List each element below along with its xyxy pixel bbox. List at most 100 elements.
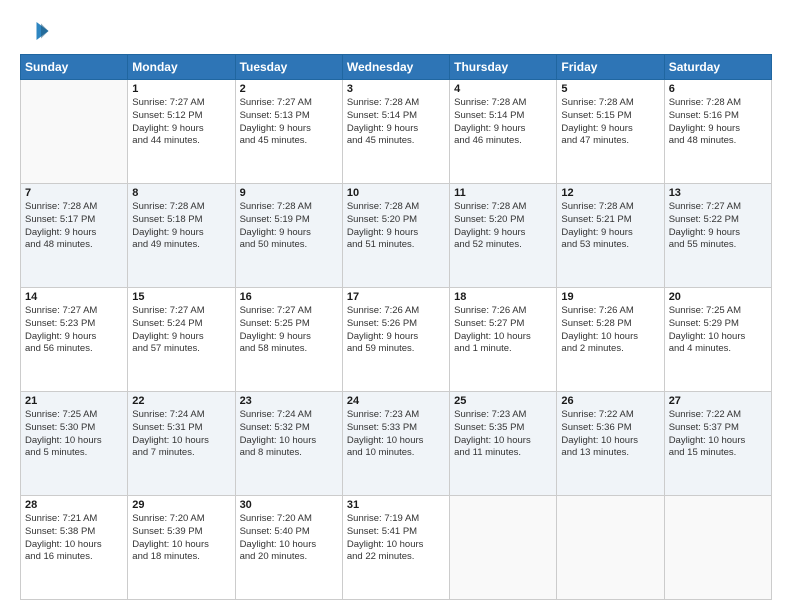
day-number: 12 <box>561 187 659 199</box>
calendar-table: SundayMondayTuesdayWednesdayThursdayFrid… <box>20 54 772 600</box>
day-info: Sunrise: 7:28 AM Sunset: 5:17 PM Dayligh… <box>25 201 123 252</box>
day-info: Sunrise: 7:28 AM Sunset: 5:15 PM Dayligh… <box>561 97 659 148</box>
day-info: Sunrise: 7:28 AM Sunset: 5:16 PM Dayligh… <box>669 97 767 148</box>
day-info: Sunrise: 7:23 AM Sunset: 5:33 PM Dayligh… <box>347 409 445 460</box>
calendar-header-cell: Monday <box>128 55 235 80</box>
day-number: 28 <box>25 499 123 511</box>
calendar-header-row: SundayMondayTuesdayWednesdayThursdayFrid… <box>21 55 772 80</box>
calendar-week-row: 21 Sunrise: 7:25 AM Sunset: 5:30 PM Dayli… <box>21 392 772 496</box>
page: SundayMondayTuesdayWednesdayThursdayFrid… <box>0 0 792 612</box>
calendar-cell: 31 Sunrise: 7:19 AM Sunset: 5:41 PM Dayli… <box>342 496 449 600</box>
day-number: 29 <box>132 499 230 511</box>
calendar-cell: 10 Sunrise: 7:28 AM Sunset: 5:20 PM Dayli… <box>342 184 449 288</box>
day-number: 20 <box>669 291 767 303</box>
day-info: Sunrise: 7:25 AM Sunset: 5:30 PM Dayligh… <box>25 409 123 460</box>
calendar-week-row: 28 Sunrise: 7:21 AM Sunset: 5:38 PM Dayli… <box>21 496 772 600</box>
day-info: Sunrise: 7:21 AM Sunset: 5:38 PM Dayligh… <box>25 513 123 564</box>
day-number: 31 <box>347 499 445 511</box>
calendar-cell: 3 Sunrise: 7:28 AM Sunset: 5:14 PM Daylig… <box>342 80 449 184</box>
day-info: Sunrise: 7:27 AM Sunset: 5:12 PM Dayligh… <box>132 97 230 148</box>
calendar-header-cell: Sunday <box>21 55 128 80</box>
calendar-cell: 21 Sunrise: 7:25 AM Sunset: 5:30 PM Dayli… <box>21 392 128 496</box>
day-number: 5 <box>561 83 659 95</box>
day-number: 19 <box>561 291 659 303</box>
day-info: Sunrise: 7:25 AM Sunset: 5:29 PM Dayligh… <box>669 305 767 356</box>
day-info: Sunrise: 7:26 AM Sunset: 5:27 PM Dayligh… <box>454 305 552 356</box>
day-number: 7 <box>25 187 123 199</box>
calendar-cell: 29Sunrise: 7:20 AM Sunset: 5:39 PM Dayli… <box>128 496 235 600</box>
calendar-header-cell: Friday <box>557 55 664 80</box>
day-number: 10 <box>347 187 445 199</box>
calendar-cell: 4 Sunrise: 7:28 AM Sunset: 5:14 PM Daylig… <box>450 80 557 184</box>
logo-icon <box>20 16 50 46</box>
day-info: Sunrise: 7:19 AM Sunset: 5:41 PM Dayligh… <box>347 513 445 564</box>
calendar-cell: 27 Sunrise: 7:22 AM Sunset: 5:37 PM Dayli… <box>664 392 771 496</box>
calendar-cell: 23 Sunrise: 7:24 AM Sunset: 5:32 PM Dayli… <box>235 392 342 496</box>
calendar-week-row: 1 Sunrise: 7:27 AM Sunset: 5:12 PM Daylig… <box>21 80 772 184</box>
logo <box>20 16 54 46</box>
day-number: 25 <box>454 395 552 407</box>
day-number: 17 <box>347 291 445 303</box>
calendar-cell: 13 Sunrise: 7:27 AM Sunset: 5:22 PM Dayli… <box>664 184 771 288</box>
day-info: Sunrise: 7:22 AM Sunset: 5:36 PM Dayligh… <box>561 409 659 460</box>
day-number: 27 <box>669 395 767 407</box>
day-info: Sunrise: 7:28 AM Sunset: 5:14 PM Dayligh… <box>347 97 445 148</box>
day-number: 13 <box>669 187 767 199</box>
calendar-cell: 28 Sunrise: 7:21 AM Sunset: 5:38 PM Dayli… <box>21 496 128 600</box>
day-info: Sunrise: 7:24 AM Sunset: 5:31 PM Dayligh… <box>132 409 230 460</box>
day-info: Sunrise: 7:28 AM Sunset: 5:19 PM Dayligh… <box>240 201 338 252</box>
day-number: 3 <box>347 83 445 95</box>
calendar-cell: 24 Sunrise: 7:23 AM Sunset: 5:33 PM Dayli… <box>342 392 449 496</box>
calendar-cell: 11 Sunrise: 7:28 AM Sunset: 5:20 PM Dayli… <box>450 184 557 288</box>
day-number: 2 <box>240 83 338 95</box>
calendar-cell: 26Sunrise: 7:22 AM Sunset: 5:36 PM Dayli… <box>557 392 664 496</box>
calendar-cell: 19 Sunrise: 7:26 AM Sunset: 5:28 PM Dayli… <box>557 288 664 392</box>
calendar-cell: 18 Sunrise: 7:26 AM Sunset: 5:27 PM Dayli… <box>450 288 557 392</box>
day-info: Sunrise: 7:26 AM Sunset: 5:28 PM Dayligh… <box>561 305 659 356</box>
day-number: 21 <box>25 395 123 407</box>
calendar-cell <box>557 496 664 600</box>
calendar-cell: 6 Sunrise: 7:28 AM Sunset: 5:16 PM Daylig… <box>664 80 771 184</box>
header <box>20 16 772 46</box>
calendar-cell: 5 Sunrise: 7:28 AM Sunset: 5:15 PM Daylig… <box>557 80 664 184</box>
calendar-body: 1 Sunrise: 7:27 AM Sunset: 5:12 PM Daylig… <box>21 80 772 600</box>
day-info: Sunrise: 7:24 AM Sunset: 5:32 PM Dayligh… <box>240 409 338 460</box>
day-number: 4 <box>454 83 552 95</box>
day-number: 18 <box>454 291 552 303</box>
day-info: Sunrise: 7:28 AM Sunset: 5:14 PM Dayligh… <box>454 97 552 148</box>
calendar-cell: 16Sunrise: 7:27 AM Sunset: 5:25 PM Dayli… <box>235 288 342 392</box>
calendar-cell: 14Sunrise: 7:27 AM Sunset: 5:23 PM Dayli… <box>21 288 128 392</box>
day-number: 9 <box>240 187 338 199</box>
calendar-cell: 30Sunrise: 7:20 AM Sunset: 5:40 PM Dayli… <box>235 496 342 600</box>
calendar-cell: 7 Sunrise: 7:28 AM Sunset: 5:17 PM Daylig… <box>21 184 128 288</box>
day-info: Sunrise: 7:27 AM Sunset: 5:24 PM Dayligh… <box>132 305 230 356</box>
day-info: Sunrise: 7:22 AM Sunset: 5:37 PM Dayligh… <box>669 409 767 460</box>
calendar-cell <box>450 496 557 600</box>
day-number: 6 <box>669 83 767 95</box>
day-number: 22 <box>132 395 230 407</box>
day-number: 1 <box>132 83 230 95</box>
day-info: Sunrise: 7:28 AM Sunset: 5:21 PM Dayligh… <box>561 201 659 252</box>
day-info: Sunrise: 7:28 AM Sunset: 5:20 PM Dayligh… <box>347 201 445 252</box>
day-number: 30 <box>240 499 338 511</box>
day-info: Sunrise: 7:27 AM Sunset: 5:23 PM Dayligh… <box>25 305 123 356</box>
day-info: Sunrise: 7:23 AM Sunset: 5:35 PM Dayligh… <box>454 409 552 460</box>
day-info: Sunrise: 7:27 AM Sunset: 5:25 PM Dayligh… <box>240 305 338 356</box>
calendar-cell <box>21 80 128 184</box>
day-info: Sunrise: 7:28 AM Sunset: 5:20 PM Dayligh… <box>454 201 552 252</box>
day-number: 23 <box>240 395 338 407</box>
calendar-cell: 2 Sunrise: 7:27 AM Sunset: 5:13 PM Daylig… <box>235 80 342 184</box>
day-number: 11 <box>454 187 552 199</box>
calendar-cell: 25 Sunrise: 7:23 AM Sunset: 5:35 PM Dayli… <box>450 392 557 496</box>
day-info: Sunrise: 7:27 AM Sunset: 5:13 PM Dayligh… <box>240 97 338 148</box>
calendar-week-row: 7 Sunrise: 7:28 AM Sunset: 5:17 PM Daylig… <box>21 184 772 288</box>
day-number: 24 <box>347 395 445 407</box>
calendar-cell: 15Sunrise: 7:27 AM Sunset: 5:24 PM Dayli… <box>128 288 235 392</box>
calendar-cell: 12 Sunrise: 7:28 AM Sunset: 5:21 PM Dayli… <box>557 184 664 288</box>
day-info: Sunrise: 7:27 AM Sunset: 5:22 PM Dayligh… <box>669 201 767 252</box>
calendar-cell: 22 Sunrise: 7:24 AM Sunset: 5:31 PM Dayli… <box>128 392 235 496</box>
calendar-cell: 9 Sunrise: 7:28 AM Sunset: 5:19 PM Daylig… <box>235 184 342 288</box>
calendar-cell: 8Sunrise: 7:28 AM Sunset: 5:18 PM Daylig… <box>128 184 235 288</box>
calendar-week-row: 14Sunrise: 7:27 AM Sunset: 5:23 PM Dayli… <box>21 288 772 392</box>
day-number: 8 <box>132 187 230 199</box>
